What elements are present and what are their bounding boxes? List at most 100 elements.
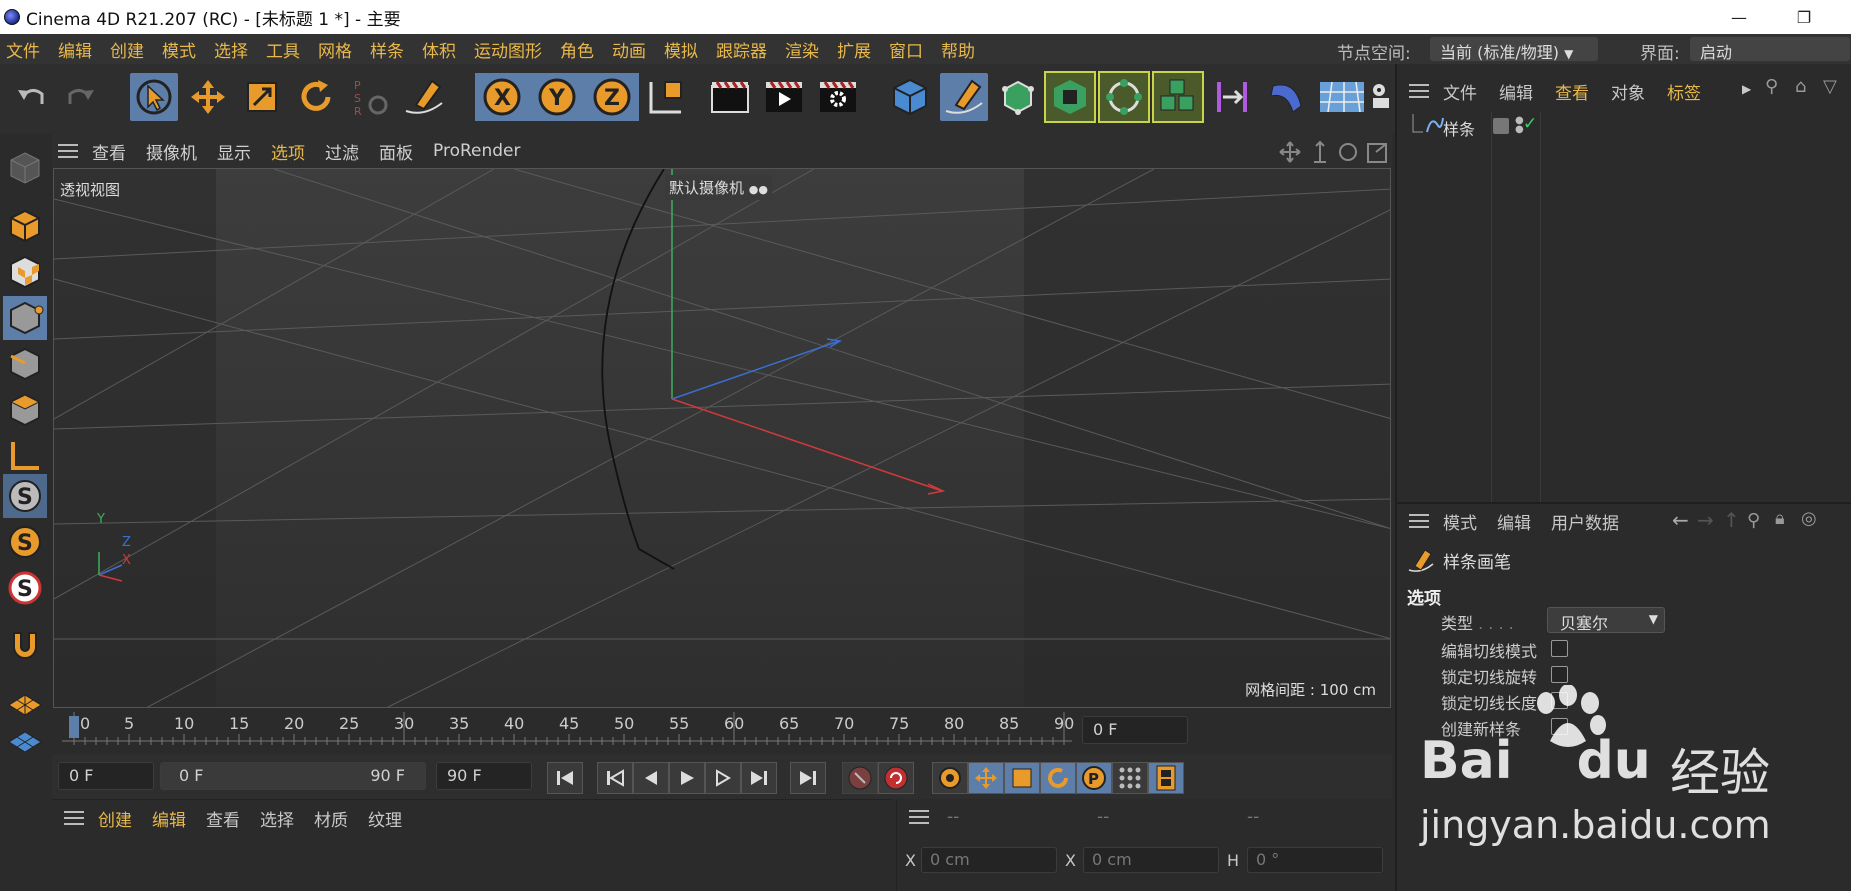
go-to-end-button[interactable]: [790, 762, 826, 794]
mat-menu-create[interactable]: 创建: [98, 806, 132, 831]
hamburger-icon[interactable]: [909, 810, 929, 824]
make-editable-button[interactable]: [3, 146, 47, 190]
menu-edit[interactable]: 编辑: [58, 37, 92, 62]
om-menu-edit[interactable]: 编辑: [1499, 79, 1533, 104]
menu-tracker[interactable]: 跟踪器: [716, 37, 767, 62]
floor-button[interactable]: [1316, 73, 1368, 121]
min-frame-field[interactable]: 0 F: [58, 762, 154, 790]
rotate-tool-button[interactable]: [292, 73, 340, 121]
edit-tangent-mode-checkbox[interactable]: [1551, 640, 1568, 657]
hamburger-icon[interactable]: [1409, 84, 1429, 98]
timeline-window-button[interactable]: [1148, 762, 1184, 794]
menu-spline[interactable]: 样条: [370, 37, 404, 62]
more-arrow-icon[interactable]: ▶: [1742, 82, 1751, 96]
hamburger-icon[interactable]: [64, 811, 84, 825]
menu-file[interactable]: 文件: [6, 37, 40, 62]
undo-button[interactable]: [8, 73, 56, 121]
am-menu-edit[interactable]: 编辑: [1497, 509, 1531, 534]
am-menu-mode[interactable]: 模式: [1443, 509, 1477, 534]
type-select[interactable]: 贝塞尔 ▼: [1547, 607, 1665, 633]
lock-tangent-rotation-checkbox[interactable]: [1551, 666, 1568, 683]
render-to-picture-viewer-button[interactable]: [760, 73, 808, 121]
perspective-viewport[interactable]: 透视视图 默认摄像机 ●● Y Z X 网格间距 : 100 cm: [53, 168, 1391, 708]
vp-menu-panel[interactable]: 面板: [379, 139, 413, 164]
mat-menu-select[interactable]: 选择: [260, 806, 294, 831]
point-mode-button[interactable]: [3, 296, 47, 340]
enabled-check-icon[interactable]: ✓: [1523, 114, 1537, 134]
workplane-snap-button[interactable]: S: [3, 520, 47, 564]
mat-menu-texture[interactable]: 纹理: [368, 806, 402, 831]
home-icon[interactable]: ⌂: [1795, 76, 1806, 97]
vp-menu-prorender[interactable]: ProRender: [433, 141, 521, 161]
om-menu-tags[interactable]: 标签: [1667, 79, 1701, 104]
om-menu-objects[interactable]: 对象: [1611, 79, 1645, 104]
menu-volume[interactable]: 体积: [422, 37, 456, 62]
prev-frame-button[interactable]: [633, 762, 669, 794]
cube-object-button[interactable]: [886, 73, 934, 121]
render-settings-button[interactable]: [814, 73, 862, 121]
forward-arrow-icon[interactable]: →: [1697, 508, 1714, 532]
spline-pen-tool-button[interactable]: [400, 73, 448, 121]
vp-menu-cameras[interactable]: 摄像机: [146, 139, 197, 164]
cloner-button[interactable]: [1098, 71, 1150, 123]
redo-button[interactable]: [56, 73, 104, 121]
key-position-button[interactable]: [968, 762, 1004, 794]
locked-workplane-button[interactable]: S: [3, 566, 47, 610]
prev-key-button[interactable]: [597, 762, 633, 794]
menu-extensions[interactable]: 扩展: [837, 37, 871, 62]
bend-deformer-button[interactable]: [1262, 73, 1310, 121]
menu-mesh[interactable]: 网格: [318, 37, 352, 62]
object-name[interactable]: 样条: [1443, 116, 1475, 140]
next-key-button[interactable]: [741, 762, 777, 794]
up-arrow-icon[interactable]: ↑: [1723, 508, 1740, 532]
model-mode-button[interactable]: [3, 204, 47, 248]
viewport-nav-icons[interactable]: [1278, 140, 1390, 164]
scale-tool-button[interactable]: [238, 73, 286, 121]
mat-menu-edit[interactable]: 编辑: [152, 806, 186, 831]
move-tool-button[interactable]: [184, 73, 232, 121]
menu-animate[interactable]: 动画: [612, 37, 646, 62]
autokey-button[interactable]: [878, 762, 914, 794]
lock-icon[interactable]: 🔒︎: [1775, 508, 1785, 529]
mat-menu-material[interactable]: 材质: [314, 806, 348, 831]
key-rotation-button[interactable]: [1040, 762, 1076, 794]
menu-select[interactable]: 选择: [214, 37, 248, 62]
layout-select[interactable]: 启动: [1690, 37, 1850, 62]
subdivision-surface-button[interactable]: [994, 73, 1042, 121]
mat-menu-view[interactable]: 查看: [206, 806, 240, 831]
menu-mograph[interactable]: 运动图形: [474, 37, 542, 62]
frame-range-slider[interactable]: 0 F 90 F: [160, 762, 426, 790]
search-icon[interactable]: ⚲: [1747, 510, 1760, 531]
vp-menu-filter[interactable]: 过滤: [325, 139, 359, 164]
vp-menu-options[interactable]: 选项: [271, 139, 305, 164]
axis-mode-button[interactable]: [3, 434, 47, 478]
vp-menu-view[interactable]: 查看: [92, 139, 126, 164]
minimize-button[interactable]: —: [1715, 0, 1763, 34]
menu-window[interactable]: 窗口: [889, 37, 923, 62]
object-row[interactable]: 样条 ● ● ✓: [1405, 112, 1851, 142]
editor-visibility-icon[interactable]: [1493, 118, 1509, 134]
workplane-button[interactable]: [3, 682, 47, 726]
lock-tangent-length-checkbox[interactable]: [1551, 692, 1568, 709]
vp-menu-display[interactable]: 显示: [217, 139, 251, 164]
snap-enable-button[interactable]: S: [3, 474, 47, 518]
om-menu-file[interactable]: 文件: [1443, 79, 1477, 104]
deformer-button[interactable]: [1208, 73, 1256, 121]
filter-icon[interactable]: ▽: [1823, 76, 1837, 97]
coord-size-x-input[interactable]: 0 cm: [1083, 847, 1219, 873]
render-view-button[interactable]: [706, 73, 754, 121]
key-pla-button[interactable]: [1112, 762, 1148, 794]
create-new-spline-checkbox[interactable]: [1551, 718, 1568, 735]
array-button[interactable]: [1152, 71, 1204, 123]
menu-create[interactable]: 创建: [110, 37, 144, 62]
record-button[interactable]: [842, 762, 878, 794]
am-menu-userdata[interactable]: 用户数据: [1551, 509, 1619, 534]
coordinate-system-button[interactable]: [642, 73, 690, 121]
psr-tool-button[interactable]: PSR: [346, 73, 394, 121]
edge-mode-button[interactable]: [3, 342, 47, 386]
node-space-select[interactable]: 当前 (标准/物理) ▼: [1430, 37, 1598, 62]
coord-rot-h-input[interactable]: 0 °: [1247, 847, 1383, 873]
menu-help[interactable]: 帮助: [941, 37, 975, 62]
menu-mode[interactable]: 模式: [162, 37, 196, 62]
target-icon[interactable]: ◎: [1801, 508, 1817, 529]
